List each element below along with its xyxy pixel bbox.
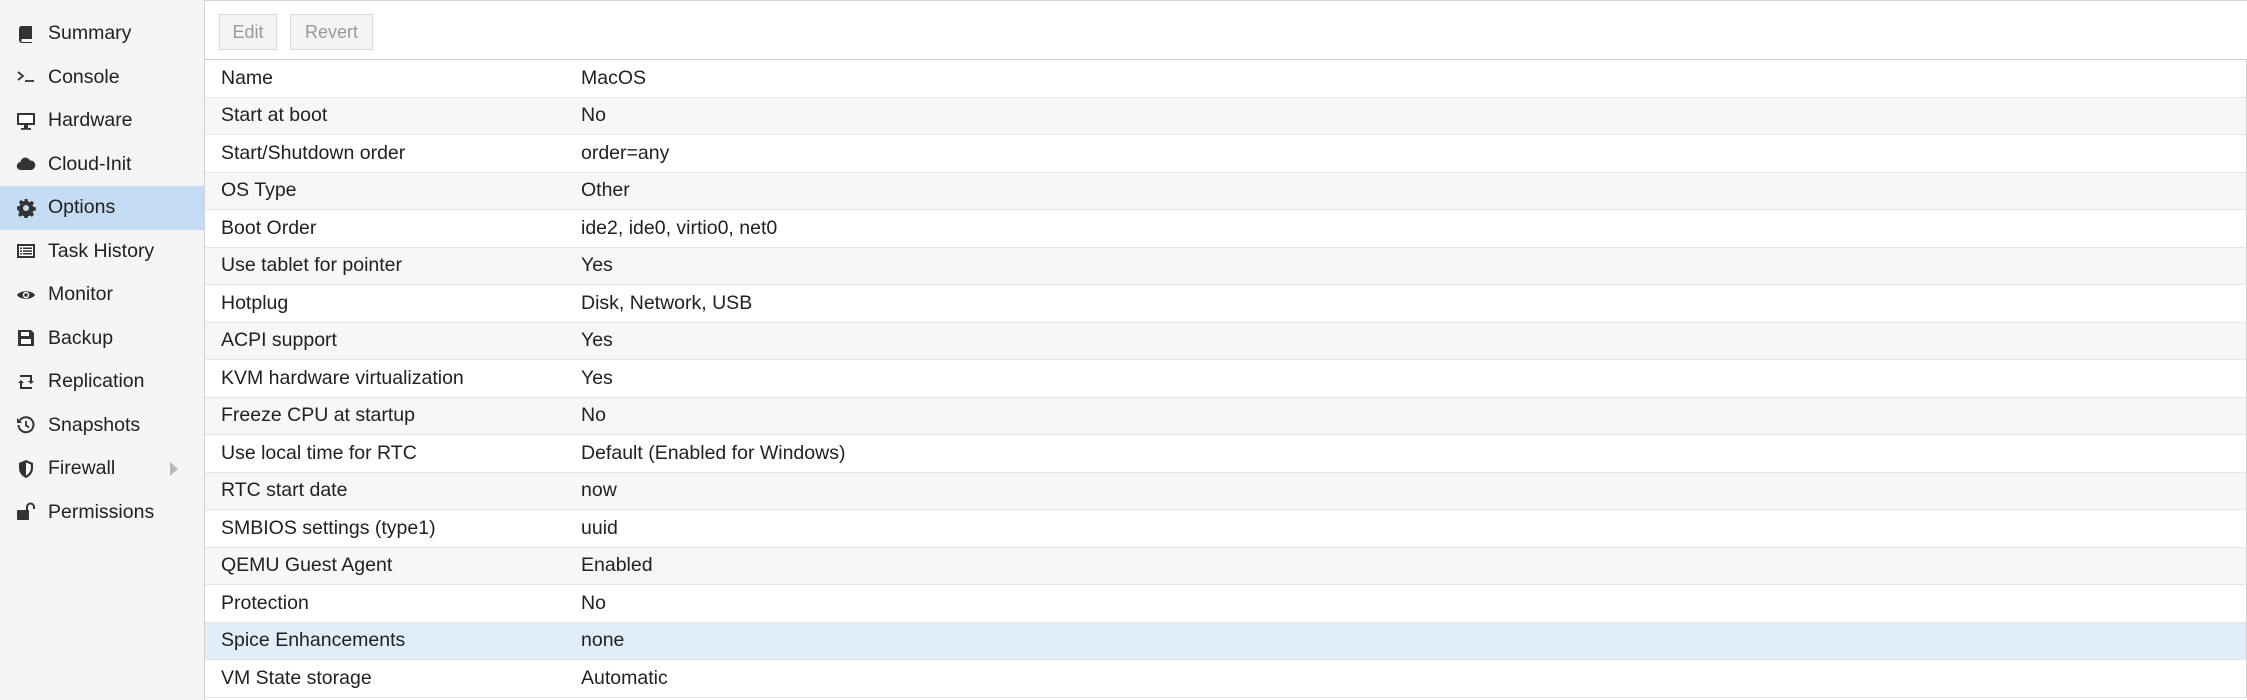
option-value: none <box>581 629 625 652</box>
option-key: SMBIOS settings (type1) <box>221 516 436 539</box>
table-row-selected[interactable]: Spice Enhancements none <box>205 622 2246 660</box>
option-value: order=any <box>581 141 670 164</box>
option-key: Name <box>221 66 274 89</box>
table-row[interactable]: Hotplug Disk, Network, USB <box>205 285 2246 323</box>
table-row[interactable]: Use local time for RTC Default (Enabled … <box>205 435 2246 473</box>
table-row[interactable]: SMBIOS settings (type1) uuid <box>205 510 2246 548</box>
sidebar-item-label: Summary <box>48 22 132 45</box>
option-key: RTC start date <box>221 479 348 502</box>
sidebar-item-label: Replication <box>48 370 145 393</box>
table-row[interactable]: Protection No <box>205 585 2246 623</box>
sidebar-item-label: Firewall <box>48 457 116 480</box>
sidebar-item-cloud-init[interactable]: Cloud-Init <box>0 143 204 187</box>
table-row[interactable]: ACPI support Yes <box>205 322 2246 360</box>
table-row[interactable]: OS Type Other <box>205 172 2246 210</box>
eye-icon <box>14 283 38 307</box>
sidebar-item-label: Snapshots <box>48 413 141 436</box>
book-icon <box>14 22 38 46</box>
option-value: Yes <box>581 329 613 352</box>
history-icon <box>14 413 38 437</box>
option-value: ide2, ide0, virtio0, net0 <box>581 216 778 239</box>
sidebar-item-options[interactable]: Options <box>0 186 204 230</box>
option-value: Default (Enabled for Windows) <box>581 441 846 464</box>
shield-icon <box>14 457 38 481</box>
table-row[interactable]: VM State storage Automatic <box>205 660 2246 698</box>
table-row[interactable]: QEMU Guest Agent Enabled <box>205 547 2246 585</box>
option-key: Spice Enhancements <box>221 629 406 652</box>
sidebar-item-console[interactable]: Console <box>0 56 204 100</box>
main-panel: Edit Revert Name MacOS Start at boot No … <box>205 0 2247 700</box>
cloud-icon <box>14 152 38 176</box>
sidebar-item-firewall[interactable]: Firewall <box>0 447 204 491</box>
unlock-icon <box>14 500 38 524</box>
option-key: KVM hardware virtualization <box>221 366 464 389</box>
table-row[interactable]: Start at boot No <box>205 97 2246 135</box>
option-value: No <box>581 104 606 127</box>
list-icon <box>14 239 38 263</box>
gear-icon <box>14 196 38 220</box>
sidebar-item-label: Task History <box>48 239 155 262</box>
option-key: Use local time for RTC <box>221 441 417 464</box>
sidebar-item-monitor[interactable]: Monitor <box>0 273 204 317</box>
option-key: QEMU Guest Agent <box>221 554 393 577</box>
app-window: Summary Console Hardware Cloud-Init Opti… <box>0 0 2247 700</box>
table-row[interactable]: RTC start date now <box>205 472 2246 510</box>
option-value: Automatic <box>581 666 668 689</box>
sidebar-item-hardware[interactable]: Hardware <box>0 99 204 143</box>
option-value: MacOS <box>581 66 647 89</box>
table-row[interactable]: KVM hardware virtualization Yes <box>205 360 2246 398</box>
option-value: No <box>581 404 606 427</box>
sidebar-item-label: Console <box>48 65 120 88</box>
revert-button[interactable]: Revert <box>290 14 373 50</box>
terminal-icon <box>14 65 38 89</box>
sidebar-item-label: Permissions <box>48 500 155 523</box>
desktop-icon <box>14 109 38 133</box>
option-key: Freeze CPU at startup <box>221 404 415 427</box>
table-row[interactable]: Use tablet for pointer Yes <box>205 247 2246 285</box>
submenu-arrow-icon[interactable] <box>170 461 178 476</box>
toolbar: Edit Revert <box>205 0 2247 60</box>
edit-button[interactable]: Edit <box>219 14 277 50</box>
sidebar-item-label: Monitor <box>48 283 114 306</box>
option-value: Yes <box>581 254 613 277</box>
option-key: Protection <box>221 591 309 614</box>
option-value: No <box>581 591 606 614</box>
sidebar-item-label: Cloud-Init <box>48 152 132 175</box>
retweet-icon <box>14 370 38 394</box>
option-value: uuid <box>581 516 618 539</box>
sidebar-item-label: Options <box>48 196 116 219</box>
floppy-icon <box>14 326 38 350</box>
option-value: Yes <box>581 366 613 389</box>
option-value: now <box>581 479 617 502</box>
option-value: Disk, Network, USB <box>581 291 753 314</box>
sidebar-item-task-history[interactable]: Task History <box>0 230 204 274</box>
options-grid: Name MacOS Start at boot No Start/Shutdo… <box>205 60 2247 698</box>
table-row[interactable]: Start/Shutdown order order=any <box>205 135 2246 173</box>
option-key: Use tablet for pointer <box>221 254 403 277</box>
option-key: VM State storage <box>221 666 372 689</box>
option-value: Enabled <box>581 554 653 577</box>
table-row[interactable]: Freeze CPU at startup No <box>205 397 2246 435</box>
table-row[interactable]: Name MacOS <box>205 60 2246 98</box>
option-value: Other <box>581 179 630 202</box>
sidebar-item-permissions[interactable]: Permissions <box>0 491 204 535</box>
sidebar-item-snapshots[interactable]: Snapshots <box>0 404 204 448</box>
sidebar-item-label: Backup <box>48 326 114 349</box>
option-key: ACPI support <box>221 329 337 352</box>
option-key: Start at boot <box>221 104 328 127</box>
option-key: OS Type <box>221 179 297 202</box>
option-key: Start/Shutdown order <box>221 141 406 164</box>
sidebar-item-backup[interactable]: Backup <box>0 317 204 361</box>
sidebar-item-label: Hardware <box>48 109 133 132</box>
sidebar-item-replication[interactable]: Replication <box>0 360 204 404</box>
table-row[interactable]: Boot Order ide2, ide0, virtio0, net0 <box>205 210 2246 248</box>
sidebar: Summary Console Hardware Cloud-Init Opti… <box>0 0 205 700</box>
option-key: Hotplug <box>221 291 289 314</box>
option-key: Boot Order <box>221 216 317 239</box>
sidebar-item-summary[interactable]: Summary <box>0 12 204 56</box>
